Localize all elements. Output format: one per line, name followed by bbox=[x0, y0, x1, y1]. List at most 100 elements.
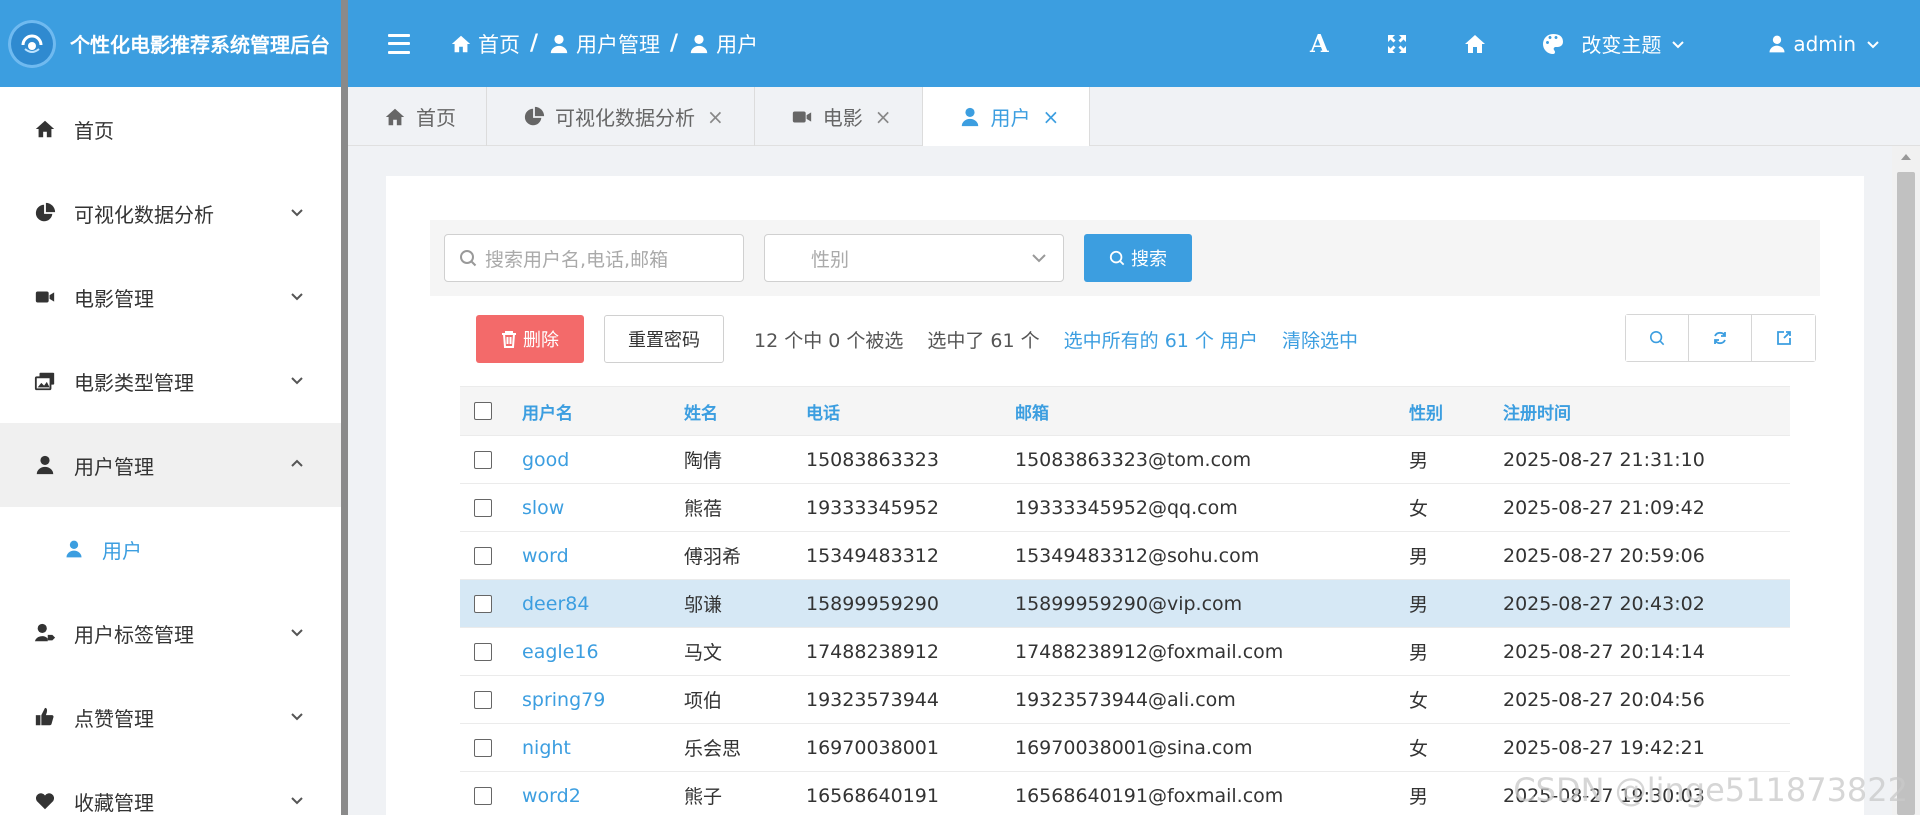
home-icon bbox=[385, 108, 405, 125]
sidebar-item-data-analysis[interactable]: 可视化数据分析 bbox=[0, 171, 341, 255]
table-row[interactable]: night 乐会思 16970038001 16970038001@sina.com 女… bbox=[460, 724, 1790, 772]
home-icon[interactable] bbox=[1463, 32, 1487, 56]
gender-select[interactable]: 性别 bbox=[764, 234, 1064, 282]
breadcrumb-user-management[interactable]: 用户管理 bbox=[548, 29, 660, 59]
font-size-icon[interactable]: A bbox=[1307, 29, 1331, 58]
refresh-button[interactable] bbox=[1689, 315, 1752, 361]
breadcrumb-separator: / bbox=[530, 31, 539, 56]
row-checkbox[interactable] bbox=[474, 594, 492, 613]
search-icon bbox=[1109, 250, 1125, 266]
cell-username[interactable]: word2 bbox=[522, 785, 684, 807]
cell-gender: 男 bbox=[1409, 450, 1429, 472]
table-row[interactable]: eagle16 马文 17488238912 17488238912@foxmail.… bbox=[460, 628, 1790, 676]
pie-chart-icon bbox=[32, 200, 58, 226]
row-checkbox[interactable] bbox=[474, 546, 492, 565]
cell-username[interactable]: deer84 bbox=[522, 593, 684, 615]
user-dropdown[interactable]: admin bbox=[1767, 32, 1880, 56]
column-header-name[interactable]: 姓名 bbox=[684, 399, 806, 424]
cell-username[interactable]: spring79 bbox=[522, 689, 684, 711]
sidebar-item-label: 点赞管理 bbox=[74, 706, 154, 731]
row-checkbox[interactable] bbox=[474, 738, 492, 757]
user-tag-icon bbox=[32, 620, 58, 646]
sidebar-item-user-management[interactable]: 用户管理 bbox=[0, 423, 341, 507]
chevron-down-icon bbox=[1867, 40, 1879, 48]
sidebar-item-users[interactable]: 用户 bbox=[0, 507, 341, 591]
cell-username[interactable]: good bbox=[522, 449, 684, 471]
table-row[interactable]: spring79 项伯 19323573944 19323573944@ali.com… bbox=[460, 676, 1790, 724]
table-row[interactable]: slow 熊蓓 19333345952 19333345952@qq.com 女 2025… bbox=[460, 484, 1790, 532]
tab-users[interactable]: 用户 × bbox=[922, 87, 1091, 146]
sidebar-item-likes[interactable]: 点赞管理 bbox=[0, 675, 341, 759]
change-theme-dropdown[interactable]: 改变主题 bbox=[1541, 29, 1685, 58]
sidebar-item-label: 可视化数据分析 bbox=[74, 202, 214, 227]
cell-phone: 19333345952 bbox=[806, 496, 939, 519]
reset-password-button[interactable]: 重置密码 bbox=[604, 315, 724, 363]
cell-registered: 2025-08-27 20:04:56 bbox=[1503, 688, 1705, 711]
tab-data-analysis[interactable]: 可视化数据分析 × bbox=[487, 87, 755, 146]
menu-toggle-icon[interactable] bbox=[388, 33, 410, 54]
table-tools bbox=[1625, 314, 1816, 362]
column-header-gender[interactable]: 性别 bbox=[1409, 399, 1503, 424]
sidebar-item-movie-types[interactable]: 电影类型管理 bbox=[0, 339, 341, 423]
search-input[interactable]: 搜索用户名,电话,邮箱 bbox=[444, 234, 744, 282]
cell-email: 15899959290@vip.com bbox=[1015, 592, 1243, 615]
chevron-down-icon bbox=[1672, 40, 1685, 48]
sidebar-item-label: 电影管理 bbox=[74, 286, 154, 311]
export-button[interactable] bbox=[1752, 315, 1815, 361]
breadcrumb-home[interactable]: 首页 bbox=[450, 29, 520, 59]
export-icon bbox=[1776, 331, 1791, 345]
delete-button[interactable]: 删除 bbox=[476, 315, 584, 363]
row-checkbox[interactable] bbox=[474, 498, 492, 517]
scroll-up-arrow-icon[interactable] bbox=[1901, 154, 1911, 160]
sidebar-menu: 首页 可视化数据分析 电影管理 电影类型管理 用户管理 用户 用户标签管理 点赞… bbox=[0, 87, 341, 815]
select-all-link[interactable]: 选中所有的 61 个 用户 bbox=[1064, 326, 1258, 353]
fullscreen-icon[interactable] bbox=[1385, 32, 1409, 56]
row-checkbox[interactable] bbox=[474, 690, 492, 709]
users-table: 用户名 姓名 电话 邮箱 性别 注册时间 good 陶倩 15083863323 15… bbox=[460, 386, 1790, 815]
cell-username[interactable]: eagle16 bbox=[522, 641, 684, 663]
chevron-up-icon bbox=[289, 453, 305, 477]
scroll-thumb[interactable] bbox=[1897, 172, 1915, 815]
close-icon[interactable]: × bbox=[1043, 105, 1060, 129]
cell-username[interactable]: word bbox=[522, 545, 684, 567]
action-toolbar: 删除 重置密码 12 个中 0 个被选 选中了 61 个 选中所有的 61 个 … bbox=[476, 314, 1816, 364]
select-all-checkbox[interactable] bbox=[474, 402, 492, 420]
column-header-username[interactable]: 用户名 bbox=[522, 399, 684, 424]
sidebar-item-home[interactable]: 首页 bbox=[0, 87, 341, 171]
delete-button-label: 删除 bbox=[523, 330, 559, 351]
close-icon[interactable]: × bbox=[707, 105, 724, 129]
cell-name: 傅羽希 bbox=[684, 546, 742, 568]
row-checkbox[interactable] bbox=[474, 450, 492, 469]
tab-home[interactable]: 首页 bbox=[348, 87, 487, 146]
header-actions: A 改变主题 admin bbox=[1307, 0, 1920, 87]
column-header-phone[interactable]: 电话 bbox=[806, 399, 1015, 424]
column-header-email[interactable]: 邮箱 bbox=[1015, 399, 1409, 424]
selected-count: 选中了 61 个 bbox=[927, 329, 1040, 352]
row-checkbox[interactable] bbox=[474, 642, 492, 661]
user-icon bbox=[64, 539, 84, 559]
clear-selection-link[interactable]: 清除选中 bbox=[1282, 326, 1358, 353]
search-icon bbox=[460, 250, 477, 267]
tab-movies[interactable]: 电影 × bbox=[755, 87, 923, 146]
user-icon bbox=[550, 34, 568, 53]
cell-phone: 17488238912 bbox=[806, 640, 939, 663]
pie-chart-icon bbox=[524, 106, 545, 125]
sidebar-item-favorites[interactable]: 收藏管理 bbox=[0, 759, 341, 815]
cell-registered: 2025-08-27 21:09:42 bbox=[1503, 496, 1705, 519]
row-checkbox-cell bbox=[460, 690, 522, 709]
close-icon[interactable]: × bbox=[875, 105, 892, 129]
search-button[interactable]: 搜索 bbox=[1084, 234, 1192, 282]
sidebar-item-user-tags[interactable]: 用户标签管理 bbox=[0, 591, 341, 675]
row-checkbox[interactable] bbox=[474, 786, 492, 805]
table-row[interactable]: deer84 邬谦 15899959290 15899959290@vip.com 男 2… bbox=[460, 580, 1790, 628]
cell-email: 17488238912@foxmail.com bbox=[1015, 640, 1284, 663]
sidebar-item-movies[interactable]: 电影管理 bbox=[0, 255, 341, 339]
table-search-button[interactable] bbox=[1626, 315, 1689, 361]
column-header-registered[interactable]: 注册时间 bbox=[1503, 399, 1789, 424]
cell-username[interactable]: slow bbox=[522, 497, 684, 519]
table-row[interactable]: word 傅羽希 15349483312 15349483312@sohu.com 男 2… bbox=[460, 532, 1790, 580]
cell-username[interactable]: night bbox=[522, 737, 684, 759]
page-scrollbar[interactable] bbox=[1892, 146, 1920, 815]
user-icon bbox=[1769, 35, 1785, 52]
table-row[interactable]: good 陶倩 15083863323 15083863323@tom.com 男 202… bbox=[460, 436, 1790, 484]
